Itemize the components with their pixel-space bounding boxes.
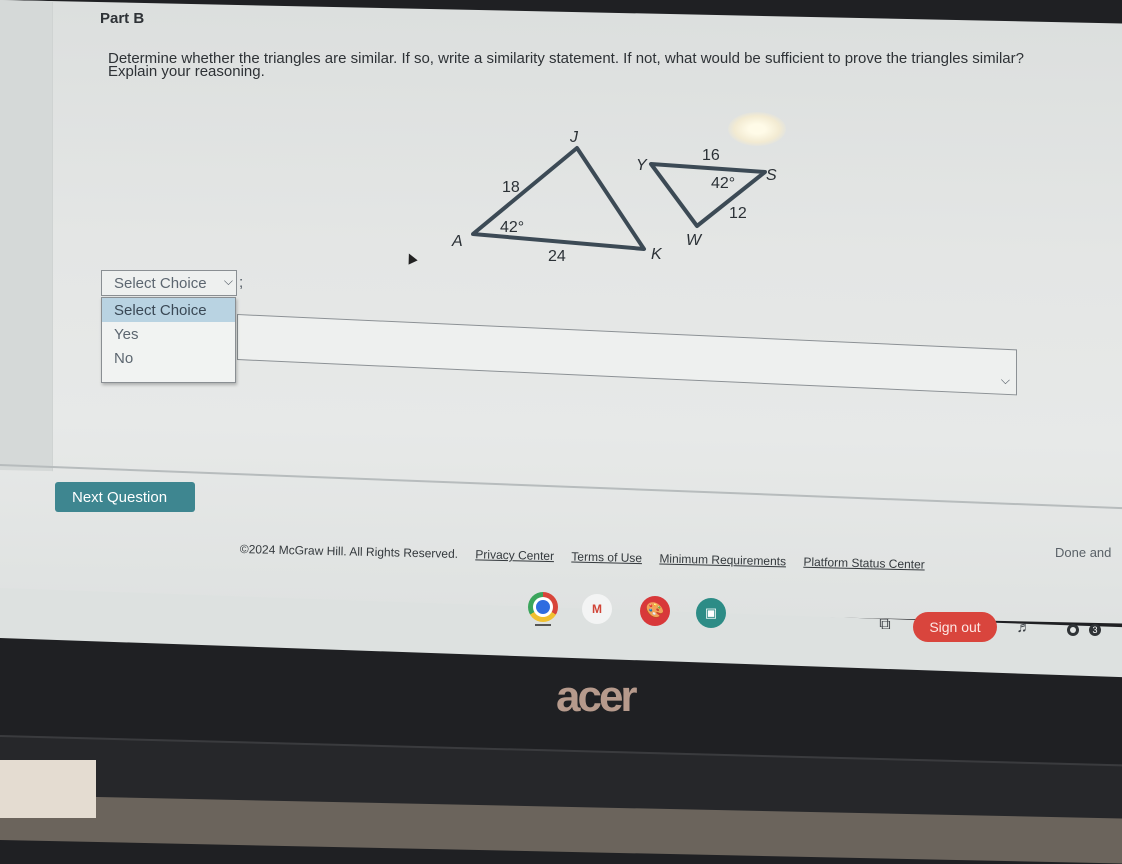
done-button[interactable]: Done and: [1055, 545, 1111, 560]
side-label-ak: 24: [548, 248, 566, 265]
brand-text: acer: [556, 672, 638, 721]
next-question-button[interactable]: Next Question: [55, 482, 195, 512]
triangle-ysw: [649, 162, 767, 228]
left-margin-strip: [0, 0, 53, 472]
screencast-icon[interactable]: ▣: [696, 598, 726, 628]
side-label-sw: 12: [729, 205, 747, 222]
side-label-ys: 16: [702, 147, 720, 164]
vertex-label-y: Y: [636, 157, 648, 174]
screen-capture-icon[interactable]: ⧉: [870, 610, 900, 640]
sign-out-button[interactable]: Sign out: [913, 612, 997, 642]
vertex-label-s: S: [766, 167, 777, 184]
sticker: [0, 760, 96, 818]
screen-glare: [728, 112, 786, 146]
link-terms-of-use[interactable]: Terms of Use: [571, 550, 642, 566]
vertex-label-j: J: [569, 129, 579, 146]
question-prompt: Determine whether the triangles are simi…: [108, 48, 1118, 82]
similarity-select[interactable]: Select Choice ⌵: [101, 270, 237, 296]
option-no[interactable]: No: [102, 346, 235, 370]
angle-label-s: 42°: [711, 175, 735, 192]
triangle-jak: [471, 146, 646, 251]
device-logo: acer: [556, 672, 638, 722]
chrome-icon[interactable]: [528, 592, 558, 622]
gmail-icon[interactable]: M: [582, 594, 612, 624]
vertex-label-k: K: [651, 246, 663, 263]
part-title: Part B: [100, 10, 145, 27]
link-minimum-requirements[interactable]: Minimum Requirements: [659, 552, 786, 569]
option-yes[interactable]: Yes: [102, 322, 235, 346]
chevron-down-icon: ⌵: [223, 274, 233, 288]
running-indicator: [535, 624, 551, 626]
option-select-choice[interactable]: Select Choice: [102, 298, 235, 322]
vertex-label-w: W: [686, 232, 703, 249]
canvas-palette-icon[interactable]: 🎨: [640, 596, 670, 626]
angle-label-a: 42°: [500, 219, 524, 236]
media-controls-icon[interactable]: ♬: [1010, 614, 1038, 642]
vertex-label-a: A: [451, 233, 463, 250]
chevron-down-icon: ⌵: [1000, 372, 1010, 388]
notification-badge[interactable]: 3: [1089, 624, 1101, 636]
similarity-dropdown-menu: Select Choice Yes No: [101, 297, 236, 383]
select-suffix: ;: [239, 274, 244, 291]
link-platform-status-center[interactable]: Platform Status Center: [803, 555, 925, 572]
triangles-figure: J A K 18 24 42° Y S W 16 12 42°: [451, 129, 777, 265]
select-value: Select Choice: [114, 275, 207, 292]
status-ring-icon[interactable]: [1067, 624, 1079, 636]
link-privacy-center[interactable]: Privacy Center: [475, 547, 554, 563]
side-label-aj: 18: [502, 179, 520, 196]
